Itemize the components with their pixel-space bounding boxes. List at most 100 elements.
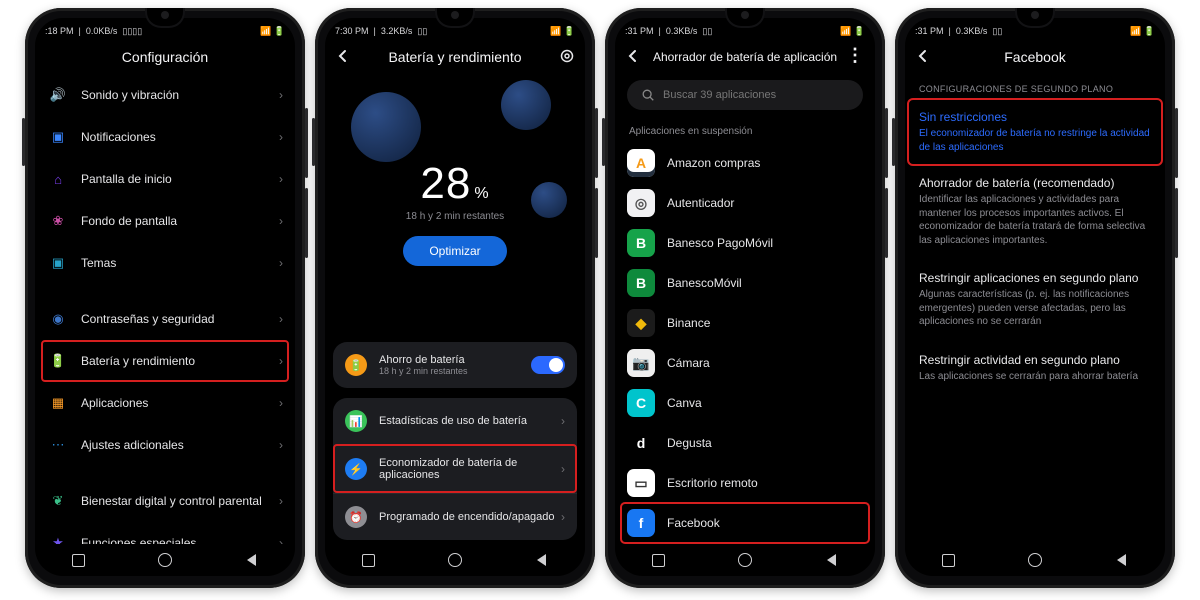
chevron-right-icon: › <box>279 396 283 410</box>
chevron-right-icon: › <box>279 312 283 326</box>
chevron-right-icon: › <box>279 354 283 368</box>
app-label: Degusta <box>667 436 712 450</box>
chevron-right-icon: › <box>561 510 565 524</box>
settings-row-theme[interactable]: ▣Temas› <box>41 242 289 284</box>
nav-recents-icon[interactable] <box>69 551 87 569</box>
app-row-autenticador[interactable]: ◎Autenticador <box>621 183 869 223</box>
option-title: Sin restricciones <box>919 110 1151 124</box>
nav-recents-icon[interactable] <box>359 551 377 569</box>
nav-home-icon[interactable] <box>736 551 754 569</box>
bg-option-1[interactable]: Ahorrador de batería (recomendado)Identi… <box>905 164 1165 259</box>
battery-option-stats[interactable]: 📊Estadísticas de uso de batería› <box>333 398 577 444</box>
chevron-right-icon: › <box>279 130 283 144</box>
search-input[interactable]: Buscar 39 aplicaciones <box>627 80 863 110</box>
app-row-binance[interactable]: ◆Binance <box>621 303 869 343</box>
settings-row-wellbeing[interactable]: ❦Bienestar digital y control parental› <box>41 480 289 522</box>
app-row-cámara[interactable]: 📷Cámara <box>621 343 869 383</box>
battery-option-econ[interactable]: ⚡Economizador de batería de aplicaciones… <box>333 444 577 493</box>
econ-icon: ⚡ <box>345 458 367 480</box>
settings-row-label: Sonido y vibración <box>81 88 273 102</box>
app-label: Amazon compras <box>667 156 760 170</box>
option-desc: Algunas características (p. ej. las noti… <box>919 288 1151 329</box>
option-title: Restringir actividad en segundo plano <box>919 353 1151 367</box>
settings-row-fingerprint[interactable]: ◉Contraseñas y seguridad› <box>41 298 289 340</box>
optimize-button[interactable]: Optimizar <box>403 236 506 266</box>
page-title: Ahorrador de batería de aplicación ⋮ <box>615 40 875 74</box>
battery-saver-toggle-row[interactable]: 🔋 Ahorro de batería 18 h y 2 min restant… <box>333 342 577 388</box>
bg-option-0[interactable]: Sin restricciones El economizador de bate… <box>909 100 1161 164</box>
settings-row-battery[interactable]: 🔋Batería y rendimiento› <box>41 340 289 382</box>
settings-row-label: Batería y rendimiento <box>81 354 273 368</box>
chevron-right-icon: › <box>279 494 283 508</box>
phone-frame-facebook: :31 PM|0.3KB/s ▯▯ 📶 🔋 Facebook CONFIGURA… <box>895 8 1175 588</box>
nav-back-icon[interactable] <box>823 551 841 569</box>
app-row-facebook[interactable]: fFacebook <box>621 503 869 543</box>
chevron-right-icon: › <box>561 462 565 476</box>
bubble-decor <box>351 92 421 162</box>
app-icon: B <box>627 229 655 257</box>
wallpaper-icon: ❀ <box>47 210 69 232</box>
nav-recents-icon[interactable] <box>649 551 667 569</box>
back-icon[interactable] <box>335 48 351 67</box>
battery-remaining: 18 h y 2 min restantes <box>406 211 504 222</box>
bg-option-2[interactable]: Restringir aplicaciones en segundo plano… <box>905 259 1165 341</box>
more-settings-icon: ⋯ <box>47 434 69 456</box>
app-label: Canva <box>667 396 702 410</box>
nav-home-icon[interactable] <box>1026 551 1044 569</box>
chevron-right-icon: › <box>279 438 283 452</box>
app-label: Cámara <box>667 356 710 370</box>
battery-option-schedule[interactable]: ⏰ Programado de encendido/apagado› <box>333 493 577 540</box>
app-row-amazon-compras[interactable]: AAmazon compras <box>621 143 869 183</box>
bubble-decor <box>501 80 551 130</box>
system-navbar[interactable] <box>905 544 1165 576</box>
nav-back-icon[interactable] <box>243 551 261 569</box>
app-row-banesco-pagomóvil[interactable]: BBanesco PagoMóvil <box>621 223 869 263</box>
schedule-icon: ⏰ <box>345 506 367 528</box>
app-row-canva[interactable]: CCanva <box>621 383 869 423</box>
stats-icon: 📊 <box>345 410 367 432</box>
settings-row-wallpaper[interactable]: ❀Fondo de pantalla› <box>41 200 289 242</box>
settings-row-speaker[interactable]: 🔊Sonido y vibración› <box>41 74 289 116</box>
search-placeholder: Buscar 39 aplicaciones <box>663 89 776 101</box>
settings-row-home[interactable]: ⌂Pantalla de inicio› <box>41 158 289 200</box>
option-title: Ahorrador de batería (recomendado) <box>919 176 1151 190</box>
section-header: CONFIGURACIONES DE SEGUNDO PLANO <box>905 74 1165 100</box>
option-label: Estadísticas de uso de batería <box>379 415 561 427</box>
nav-recents-icon[interactable] <box>939 551 957 569</box>
app-icon: B <box>627 269 655 297</box>
nav-back-icon[interactable] <box>1113 551 1131 569</box>
option-title: Restringir aplicaciones en segundo plano <box>919 271 1151 285</box>
app-icon: d <box>627 429 655 457</box>
app-row-escritorio-remoto[interactable]: ▭Escritorio remoto <box>621 463 869 503</box>
status-speed: 0.0KB/s <box>86 26 118 36</box>
wellbeing-icon: ❦ <box>47 490 69 512</box>
search-icon <box>641 88 655 102</box>
status-time: :18 PM <box>45 26 74 36</box>
settings-row-label: Contraseñas y seguridad <box>81 312 273 326</box>
option-label: Programado de encendido/apagado <box>379 511 561 523</box>
page-title: Configuración <box>35 40 295 74</box>
battery-saver-card: 🔋 Ahorro de batería 18 h y 2 min restant… <box>333 342 577 388</box>
settings-row-label: Fondo de pantalla <box>81 214 273 228</box>
option-desc: Las aplicaciones se cerrarán para ahorra… <box>919 370 1151 384</box>
system-navbar[interactable] <box>325 544 585 576</box>
option-desc: El economizador de batería no restringe … <box>919 127 1151 154</box>
nav-home-icon[interactable] <box>446 551 464 569</box>
nav-home-icon[interactable] <box>156 551 174 569</box>
bg-option-3[interactable]: Restringir actividad en segundo plano Las… <box>905 341 1165 396</box>
system-navbar[interactable] <box>615 544 875 576</box>
back-icon[interactable] <box>625 48 641 67</box>
toggle-switch[interactable] <box>531 356 565 374</box>
settings-row-more-settings[interactable]: ⋯Ajustes adicionales› <box>41 424 289 466</box>
app-row-degusta[interactable]: d Degusta <box>621 423 869 463</box>
app-row-banescomóvil[interactable]: BBanescoMóvil <box>621 263 869 303</box>
page-title: Batería y rendimiento <box>325 40 585 74</box>
back-icon[interactable] <box>915 48 931 67</box>
gear-icon[interactable] <box>559 48 575 67</box>
settings-row-special[interactable]: ★Funciones especiales› <box>41 522 289 544</box>
more-icon[interactable]: ⋮ <box>846 48 865 62</box>
nav-back-icon[interactable] <box>533 551 551 569</box>
settings-row-apps[interactable]: ▦Aplicaciones› <box>41 382 289 424</box>
settings-row-bell[interactable]: ▣Notificaciones› <box>41 116 289 158</box>
system-navbar[interactable] <box>35 544 295 576</box>
